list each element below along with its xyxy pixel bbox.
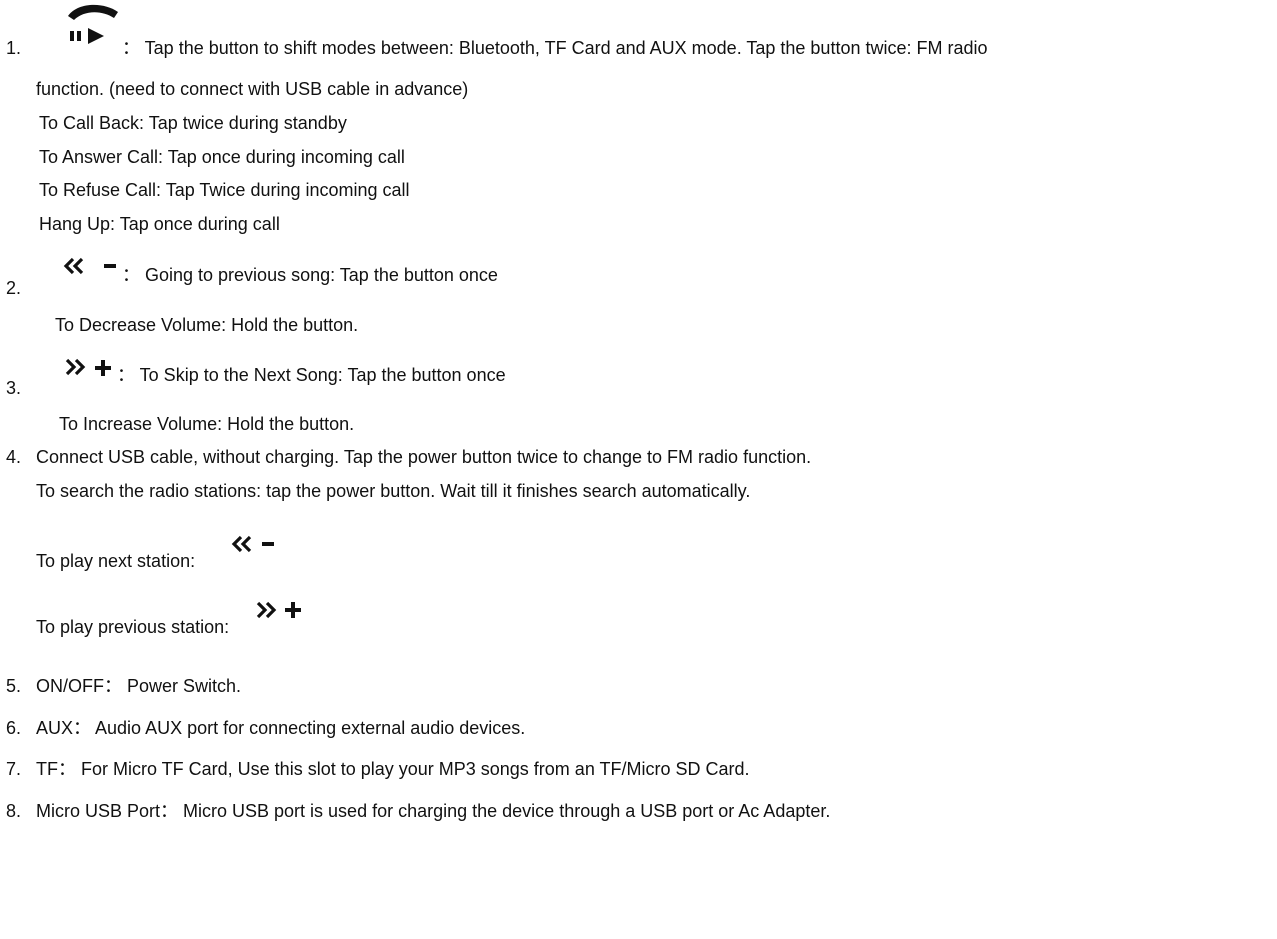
minus-icon: [104, 262, 118, 270]
item-4-sub-3: To play previous station:: [36, 617, 230, 637]
minus-icon: [262, 540, 276, 548]
item-5-text: ON/OFF： Power Switch.: [36, 676, 242, 696]
fast-forward-icon: [63, 355, 87, 379]
rewind-icon: [230, 532, 254, 556]
item-7-text: TF： For Micro TF Card, Use this slot to …: [36, 759, 750, 779]
item-number: 5.: [6, 676, 22, 696]
phone-play-pause-icon: [64, 2, 124, 46]
plus-icon: [94, 358, 114, 378]
item-4-text: Connect USB cable, without charging. Tap…: [36, 447, 812, 467]
item-number: 2.: [6, 278, 22, 298]
item-1-sub-2: To Answer Call: Tap once during incoming…: [39, 147, 405, 167]
item-4-sub-1: To search the radio stations: tap the po…: [36, 481, 751, 501]
item-number: 8.: [6, 801, 22, 821]
plus-icon: [284, 600, 304, 620]
item-number: 3.: [6, 378, 22, 398]
item-4-sub-2: To play next station:: [36, 551, 196, 571]
item-1-text: ： Tap the button to shift modes between:…: [122, 38, 988, 58]
fast-forward-icon: [254, 598, 278, 622]
item-2-text: ： Going to previous song: Tap the button…: [122, 265, 498, 285]
item-1-sub-1: To Call Back: Tap twice during standby: [39, 113, 347, 133]
item-number: 6.: [6, 718, 22, 738]
item-1-sub-3: To Refuse Call: Tap Twice during incomin…: [39, 180, 410, 200]
item-number: 1.: [6, 38, 22, 58]
item-number: 7.: [6, 759, 22, 779]
item-number: 4.: [6, 447, 22, 467]
item-3-text: ： To Skip to the Next Song: Tap the butt…: [117, 365, 506, 385]
rewind-icon: [62, 254, 86, 278]
item-6-text: AUX： Audio AUX port for connecting exter…: [36, 718, 526, 738]
item-3-sub-1: To Increase Volume: Hold the button.: [59, 414, 355, 434]
item-8-text: Micro USB Port： Micro USB port is used f…: [36, 801, 831, 821]
item-1-sub-4: Hang Up: Tap once during call: [39, 214, 280, 234]
item-2-sub-1: To Decrease Volume: Hold the button.: [55, 315, 359, 335]
item-1-continuation: function. (need to connect with USB cabl…: [36, 79, 469, 99]
